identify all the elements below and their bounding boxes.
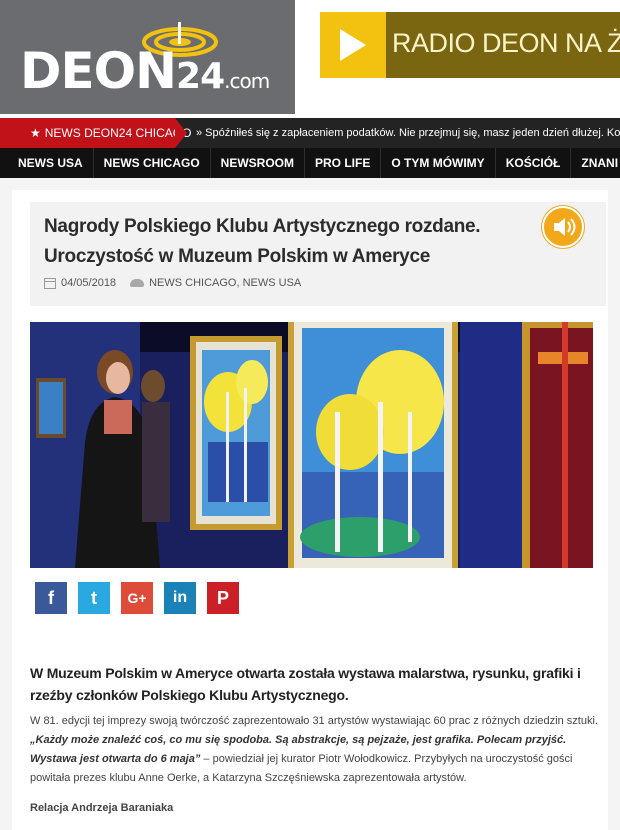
article-photo	[30, 322, 593, 568]
article-header: Nagrody Polskiego Klubu Artystycznego ro…	[30, 202, 606, 306]
article-body-intro: W 81. edycji tej imprezy swoją twórczość…	[30, 715, 598, 727]
article-date: 04/05/2018	[61, 277, 117, 290]
nav-item-o-tym-mowimy[interactable]: O TYM MÓWIMY	[381, 148, 496, 178]
news-ticker: ★ NEWS DEON24 CHICAGO » Spóźniłeś się z z…	[0, 118, 620, 148]
pinterest-share-button[interactable]: P	[207, 582, 239, 614]
logo-text-domain: .com	[224, 69, 270, 93]
article-card: Nagrody Polskiego Klubu Artystycznego ro…	[12, 190, 608, 830]
ticker-headline[interactable]: » Spóźniłeś się z zapłaceniem podatków. …	[196, 118, 620, 148]
article-credit: Relacja Andrzeja Baraniaka	[30, 802, 174, 814]
radio-live-banner[interactable]: RADIO DEON NA ŻYWO	[320, 12, 620, 78]
ticker-label[interactable]: ★ NEWS DEON24 CHICAGO	[0, 118, 191, 148]
logo-wordmark: DEON24.com	[20, 46, 270, 97]
star-icon: ★	[30, 126, 41, 140]
nav-item-news-usa[interactable]: NEWS USA	[0, 148, 94, 178]
nav-item-kosciol[interactable]: KOŚCIÓŁ	[496, 148, 572, 178]
article-meta: 04/05/2018 NEWS CHICAGO, NEWS USA	[44, 277, 301, 289]
twitter-share-button[interactable]: t	[78, 582, 110, 614]
site-logo[interactable]: DEON24.com	[0, 0, 295, 116]
play-icon[interactable]	[320, 12, 386, 78]
logo-text-main: DEON	[20, 42, 177, 100]
pinterest-icon: P	[216, 588, 229, 608]
radio-banner-label: RADIO DEON NA ŻYWO	[392, 28, 620, 58]
article-title: Nagrody Polskiego Klubu Artystycznego ro…	[44, 216, 481, 267]
nav-item-znani-nieznani[interactable]: ZNANI – NIEZNANI	[571, 148, 620, 178]
nav-item-pro-life[interactable]: PRO LIFE	[305, 148, 382, 178]
facebook-icon: f	[48, 588, 54, 608]
linkedin-share-button[interactable]: in	[164, 582, 196, 614]
logo-text-number: 24	[176, 56, 225, 97]
ticker-arrow	[175, 118, 187, 148]
article-body: W 81. edycji tej imprezy swoją twórczość…	[30, 712, 600, 788]
site-header: DEON24.com RADIO DEON NA ŻYWO	[0, 0, 620, 118]
ticker-label-text: NEWS DEON24 CHICAGO	[44, 126, 192, 140]
nav-item-newsroom[interactable]: NEWSROOM	[211, 148, 306, 178]
facebook-share-button[interactable]: f	[35, 582, 67, 614]
twitter-icon: t	[91, 588, 97, 608]
speaker-icon	[554, 218, 576, 236]
linkedin-icon: in	[172, 589, 188, 606]
article-lead: W Muzeum Polskim w Ameryce otwarta zosta…	[30, 665, 581, 703]
gallery-photo-image	[30, 322, 593, 568]
google-plus-share-button[interactable]: G+	[121, 582, 153, 614]
audio-play-button[interactable]	[542, 206, 584, 248]
article-categories[interactable]: NEWS CHICAGO, NEWS USA	[149, 277, 301, 289]
nav-item-news-chicago[interactable]: NEWS CHICAGO	[94, 148, 211, 178]
category-icon	[130, 279, 145, 288]
google-plus-icon: G+	[127, 590, 147, 606]
calendar-icon	[44, 277, 56, 289]
main-navigation: NEWS USA NEWS CHICAGO NEWSROOM PRO LIFE O TY…	[0, 148, 620, 178]
